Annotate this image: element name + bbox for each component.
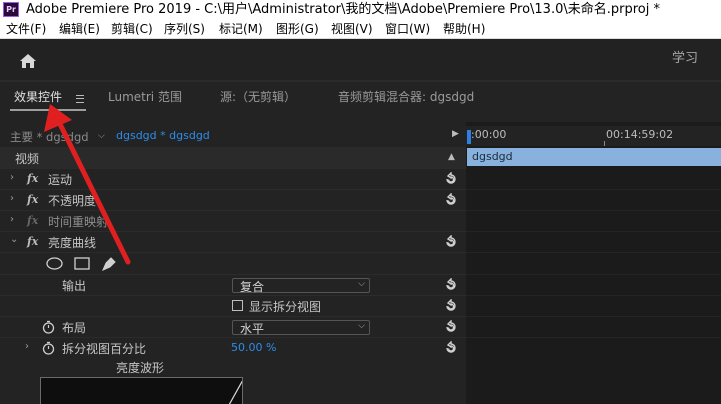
reset-icon[interactable] [444,341,458,355]
menu-file[interactable]: 文件(F) [6,19,46,39]
curve-line[interactable] [41,378,243,404]
split-view-label: 显示拆分视图 [249,300,322,314]
fx-icon[interactable]: fx [27,214,38,227]
split-view-row: 显示拆分视图 [0,295,466,316]
chevron-down-icon: ⌵ [358,279,365,289]
timeline-divider [466,274,721,275]
video-section-header: 视频 ▲ [0,147,466,168]
timeline-divider [466,295,721,296]
menu-marker[interactable]: 标记(M) [219,19,263,39]
ellipse-mask-icon[interactable] [46,257,63,270]
brightness-curves-label: 亮度曲线 [48,236,97,250]
tab-effect-controls[interactable]: 效果控件 [14,89,62,105]
opacity-label: 不透明度 [48,194,97,208]
active-tab-underline [10,109,86,111]
effect-row-motion[interactable]: › fx 运动 [0,168,466,189]
timeline-divider [466,210,721,211]
window-title: Adobe Premiere Pro 2019 - C:\用户\Administ… [26,2,660,17]
timeline-divider [466,337,721,338]
output-label: 输出 [62,279,87,293]
menu-window[interactable]: 窗口(W) [385,19,430,39]
master-clip-label[interactable]: 主要 * dgsdgd [10,129,89,145]
chevron-right-icon[interactable]: › [10,193,14,204]
home-icon[interactable] [18,51,38,71]
effect-row-brightness-curves[interactable]: ⌄ fx 亮度曲线 [0,231,466,252]
timeline-divider [466,231,721,232]
chevron-down-icon[interactable]: ⌵ [98,131,105,141]
split-percent-row: › 拆分视图百分比 50.00 % [0,337,466,358]
triangle-up-icon[interactable]: ▲ [448,152,455,162]
chevron-down-icon: ⌵ [358,321,365,331]
output-dropdown[interactable]: 复合 ⌵ [232,278,370,294]
reset-icon[interactable] [444,193,458,207]
menu-graphics[interactable]: 图形(G) [276,19,319,39]
menu-help[interactable]: 帮助(H) [443,19,485,39]
reset-icon[interactable] [444,235,458,249]
tab-source[interactable]: 源:（无剪辑） [220,89,296,105]
timecode-end: 00:14:59:02 [606,128,674,141]
menu-clip[interactable]: 剪辑(C) [111,19,153,39]
triangle-right-icon[interactable]: ▶ [452,129,459,139]
chevron-right-icon[interactable]: › [10,172,14,183]
fx-icon[interactable]: fx [27,193,38,206]
layout-dropdown-value: 水平 [240,322,265,336]
motion-label: 运动 [48,173,73,187]
reset-icon[interactable] [444,320,458,334]
effect-row-time-remapping[interactable]: › fx 时间重映射 [0,210,466,231]
fx-icon[interactable]: fx [27,235,38,248]
output-dropdown-value: 复合 [240,280,265,294]
timeline-clip-label: dgsdgd [472,150,513,163]
split-view-checkbox[interactable] [232,300,243,311]
reset-icon[interactable] [444,299,458,313]
reset-icon[interactable] [444,278,458,292]
sequence-clip-label[interactable]: dgsdgd * dgsdgd [116,129,210,142]
timeline-divider [466,252,721,253]
pen-mask-icon[interactable] [101,256,117,271]
timeline-divider [466,316,721,317]
timeline-divider [466,189,721,190]
premiere-app-icon: Pr [3,2,19,17]
stopwatch-icon[interactable] [42,341,55,355]
menu-sequence[interactable]: 序列(S) [164,19,205,39]
layout-row: 布局 水平 ⌵ [0,316,466,337]
app-header [0,39,721,81]
ruler-tick [604,141,605,146]
menu-edit[interactable]: 编辑(E) [59,19,100,39]
tab-audio-clip-mixer[interactable]: 音频剪辑混合器: dgsdgd [338,89,474,105]
chevron-down-icon[interactable]: ⌄ [10,234,18,245]
split-percent-value[interactable]: 50.00 % [231,341,276,354]
time-remapping-label: 时间重映射 [48,215,109,229]
menu-bar: 文件(F) 编辑(E) 剪辑(C) 序列(S) 标记(M) 图形(G) 视图(V… [0,19,721,39]
chevron-right-icon[interactable]: › [10,214,14,225]
effect-row-opacity[interactable]: › fx 不透明度 [0,189,466,210]
split-percent-label: 拆分视图百分比 [62,342,147,356]
menu-view[interactable]: 视图(V) [331,19,373,39]
layout-label: 布局 [62,321,87,335]
mask-tools-row [0,252,466,274]
chevron-right-icon[interactable]: › [25,341,29,352]
rectangle-mask-icon[interactable] [74,257,90,270]
luma-curve-graph[interactable] [40,377,243,404]
stopwatch-icon[interactable] [42,320,55,334]
layout-dropdown[interactable]: 水平 ⌵ [232,320,370,336]
reset-icon[interactable] [444,172,458,186]
luma-waveform-title: 亮度波形 [116,361,165,375]
fx-icon[interactable]: fx [27,172,38,185]
tab-lumetri-scopes[interactable]: Lumetri 范围 [108,89,182,105]
learn-workspace-tab[interactable]: 学习 [672,50,698,68]
video-header-label: 视频 [15,152,40,166]
timecode-start: :00:00 [471,128,507,141]
output-row: 输出 复合 ⌵ [0,274,466,295]
panel-menu-icon[interactable] [76,95,84,103]
